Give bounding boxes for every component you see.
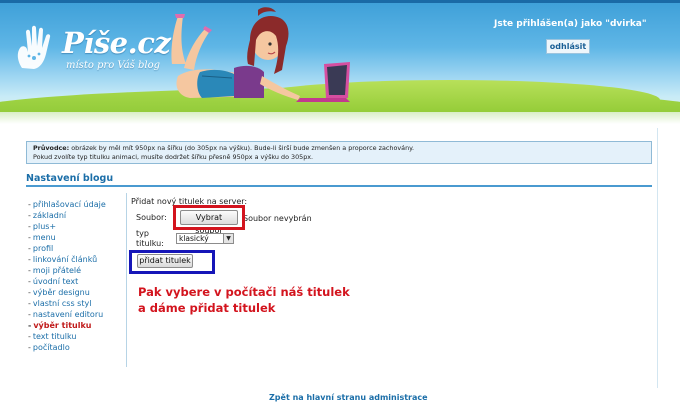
bullet-dash: -	[28, 255, 31, 264]
file-label: Soubor:	[136, 213, 167, 222]
sidebar-item-design[interactable]: - výběr designu	[28, 287, 124, 298]
title-underline	[26, 185, 652, 187]
sidebar-item-friends[interactable]: - moji přátelé	[28, 265, 124, 276]
annotation-line-1: Pak vybere v počítači náš titulek	[138, 285, 350, 299]
guide-label: Průvodce:	[33, 144, 70, 152]
blue-highlight-box	[129, 250, 215, 274]
bullet-dash: -	[28, 310, 31, 319]
sidebar-item-menu[interactable]: - menu	[28, 232, 124, 243]
page: Píše.cz místo pro Váš blog Jste přihláše…	[0, 0, 680, 416]
hand-logo-icon	[17, 25, 51, 69]
sidebar-item-label: text titulku	[32, 332, 77, 341]
sidebar-item-title-text[interactable]: - text titulku	[28, 331, 124, 342]
bullet-dash: -	[28, 332, 31, 341]
bullet-dash: -	[28, 299, 31, 308]
sidebar-item-label: základní	[32, 211, 67, 220]
page-title: Nastavení blogu	[26, 173, 114, 184]
annotation-line-2: a dáme přidat titulek	[138, 301, 276, 315]
sidebar-item-profile[interactable]: - profil	[28, 243, 124, 254]
bullet-dash: -	[28, 244, 31, 253]
title-type-value: klasický	[179, 234, 209, 243]
sidebar-item-label: počítadlo	[32, 343, 70, 352]
sidebar-item-basic[interactable]: - základní	[28, 210, 124, 221]
header-banner: Píše.cz místo pro Váš blog Jste přihláše…	[0, 0, 680, 124]
title-type-select[interactable]: klasický ▼	[176, 233, 234, 244]
bullet-dash: -	[28, 211, 31, 220]
guide-info-box: Průvodce: obrázek by měl mít 950px na ší…	[26, 141, 652, 164]
login-status: Jste přihlášen(a) jako "dvirka"	[494, 19, 647, 29]
sidebar-item-intro-text[interactable]: - úvodní text	[28, 276, 124, 287]
content-right-border	[657, 128, 658, 388]
bullet-dash: -	[28, 277, 31, 286]
sidebar-item-article-linking[interactable]: - linkování článků	[28, 254, 124, 265]
bullet-dash: -	[28, 321, 32, 330]
guide-line-1: Průvodce: obrázek by měl mít 950px na ší…	[33, 144, 645, 153]
sidebar-item-login-details[interactable]: - přihlašovací údaje	[28, 199, 124, 210]
file-status: Soubor nevybrán	[243, 214, 312, 223]
header-ground	[0, 112, 680, 124]
sidebar-item-label: nastavení editoru	[32, 310, 104, 319]
red-highlight-box	[173, 205, 245, 230]
sidebar-item-label: profil	[32, 244, 54, 253]
bullet-dash: -	[28, 233, 31, 242]
type-label-line-2: titulku:	[136, 239, 164, 248]
sidebar-item-label: menu	[32, 233, 56, 242]
sidebar-item-label: přihlašovací údaje	[32, 200, 106, 209]
bullet-dash: -	[28, 288, 31, 297]
sidebar-item-counter[interactable]: - počítadlo	[28, 342, 124, 353]
girl-with-laptop-illustration	[171, 7, 350, 102]
logout-button[interactable]: odhlásit	[546, 39, 590, 54]
sidebar-item-label: vlastní css styl	[32, 299, 92, 308]
chevron-down-icon: ▼	[223, 234, 233, 243]
sidebar-divider	[126, 193, 127, 367]
sidebar-item-label: výběr titulku	[33, 321, 92, 330]
sidebar-item-label: plus+	[32, 222, 57, 231]
sidebar-item-editor-settings[interactable]: - nastavení editoru	[28, 309, 124, 320]
settings-sidebar: - přihlašovací údaje - základní - plus+ - me…	[28, 199, 124, 353]
site-tagline: místo pro Váš blog	[66, 60, 161, 71]
back-to-admin-link[interactable]: Zpět na hlavní stranu administrace	[269, 393, 428, 402]
sidebar-item-label: moji přátelé	[32, 266, 82, 275]
sidebar-item-label: úvodní text	[32, 277, 79, 286]
sidebar-item-custom-css[interactable]: - vlastní css styl	[28, 298, 124, 309]
bullet-dash: -	[28, 343, 31, 352]
guide-text-2: Pokud zvolíte typ titulku animaci, musít…	[33, 153, 314, 161]
type-label-line-1: typ	[136, 229, 149, 238]
bullet-dash: -	[28, 200, 31, 209]
sidebar-item-plus[interactable]: - plus+	[28, 221, 124, 232]
sidebar-item-label: výběr designu	[32, 288, 90, 297]
sidebar-item-label: linkování článků	[32, 255, 98, 264]
guide-text-1: obrázek by měl mít 950px na šířku (do 30…	[71, 144, 415, 152]
bullet-dash: -	[28, 266, 31, 275]
bullet-dash: -	[28, 222, 31, 231]
header-top-line	[0, 0, 680, 3]
sidebar-item-title-selection[interactable]: - výběr titulku	[28, 320, 124, 331]
